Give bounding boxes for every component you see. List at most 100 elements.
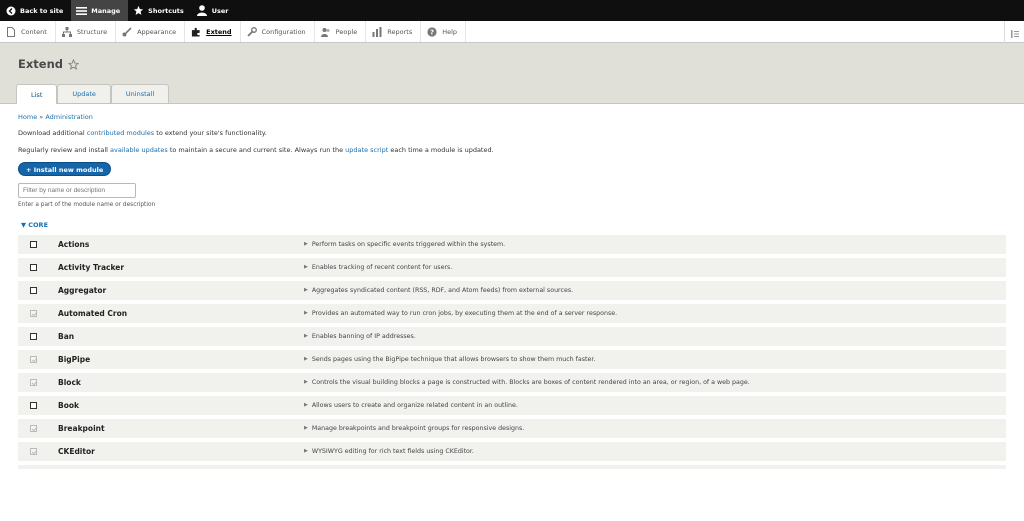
module-row-activity-tracker[interactable]: Activity Tracker ▶ Enables tracking of re… (18, 258, 1006, 281)
shortcuts-tab[interactable]: Shortcuts (128, 0, 192, 21)
tray-orientation-toggle[interactable] (1004, 21, 1024, 43)
sitemap-icon (61, 26, 72, 37)
breadcrumb-home-link[interactable]: Home (18, 113, 37, 121)
module-checkbox[interactable] (30, 264, 37, 271)
install-new-module-button[interactable]: + Install new module (18, 162, 112, 176)
module-row-actions[interactable]: Actions ▶ Perform tasks on specific event… (18, 235, 1006, 258)
module-checkbox[interactable] (30, 402, 37, 409)
module-name: Book (58, 401, 80, 410)
module-description[interactable]: ▶ Enables banning of IP addresses. (304, 333, 416, 340)
contributed-modules-link[interactable]: contributed modules (87, 129, 154, 137)
expand-triangle-icon: ▶ (304, 379, 308, 385)
module-description[interactable]: ▶ Manage breakpoints and breakpoint group… (304, 425, 524, 432)
expand-triangle-icon: ▶ (304, 448, 308, 454)
help1-prefix: Download additional (18, 129, 85, 137)
tray-item-structure[interactable]: Structure (56, 21, 117, 42)
orientation-toggle-icon (1010, 23, 1019, 42)
shortcut-star-icon[interactable] (68, 58, 79, 70)
module-list: Actions ▶ Perform tasks on specific event… (18, 235, 1006, 473)
help2-suffix: each time a module is updated. (390, 146, 494, 154)
module-checkbox[interactable] (30, 333, 37, 340)
module-name: Ban (58, 332, 75, 341)
module-description[interactable]: ▶ WYSIWYG editing for rich text fields us… (304, 448, 474, 455)
module-row-block[interactable]: Block ▶ Controls the visual building bloc… (18, 373, 1006, 396)
shortcuts-label: Shortcuts (148, 6, 184, 15)
module-description-text: Sends pages using the BigPipe technique … (311, 356, 596, 363)
expand-triangle-icon: ▶ (304, 425, 308, 431)
module-row-ban[interactable]: Ban ▶ Enables banning of IP addresses. (18, 327, 1006, 350)
main-content: Home » Administration Download additiona… (0, 113, 1024, 473)
toolbar-bar: Back to site Manage Shortcuts User (0, 0, 1024, 21)
module-description-text: Allows users to create and organize rela… (311, 402, 518, 409)
expand-triangle-icon: ▶ (304, 287, 308, 293)
tab-update[interactable]: Update (57, 84, 111, 103)
module-checkbox[interactable] (30, 241, 37, 248)
module-description[interactable]: ▶ Sends pages using the BigPipe technique… (304, 356, 595, 363)
expand-triangle-icon: ▶ (304, 333, 308, 339)
module-checkbox-installed (30, 425, 37, 432)
star-icon (133, 5, 144, 16)
module-description-text: WYSIWYG editing for rich text fields usi… (311, 448, 474, 455)
module-row-ckeditor[interactable]: CKEditor ▶ WYSIWYG editing for rich text … (18, 442, 1006, 465)
module-row-book[interactable]: Book ▶ Allows users to create and organiz… (18, 396, 1006, 419)
module-description-text: Aggregates syndicated content (RSS, RDF,… (311, 287, 574, 294)
admin-tray: Content Structure Appearance Extend Conf… (0, 21, 1024, 43)
tray-reports-label: Reports (387, 27, 413, 36)
module-row-breakpoint[interactable]: Breakpoint ▶ Manage breakpoints and break… (18, 419, 1006, 442)
tray-item-content[interactable]: Content (0, 21, 56, 42)
available-updates-link[interactable]: available updates (110, 146, 168, 154)
module-description[interactable]: ▶ Perform tasks on specific events trigge… (304, 241, 505, 248)
module-filter-input[interactable] (18, 183, 136, 198)
expand-triangle-icon: ▶ (304, 264, 308, 270)
filter-description: Enter a part of the module name or descr… (18, 202, 156, 208)
user-tab[interactable]: User (192, 0, 237, 21)
core-group-toggle[interactable]: ▼ CORE (21, 221, 1006, 229)
expand-triangle-icon: ▶ (304, 402, 308, 408)
user-label: User (211, 6, 229, 15)
module-row-bigpipe[interactable]: BigPipe ▶ Sends pages using the BigPipe t… (18, 350, 1006, 373)
module-description[interactable]: ▶ Allows users to create and organize rel… (304, 402, 518, 409)
tray-content-label: Content (21, 27, 47, 36)
module-name: Automated Cron (58, 309, 128, 318)
module-checkbox-installed (30, 356, 37, 363)
back-arrow-icon (5, 5, 16, 16)
module-description[interactable]: ▶ Enables tracking of recent content for … (304, 264, 452, 271)
module-row-aggregator[interactable]: Aggregator ▶ Aggregates syndicated conten… (18, 281, 1006, 304)
wrench-icon (246, 26, 257, 37)
tray-appearance-label: Appearance (137, 27, 177, 36)
help2-prefix: Regularly review and install (18, 146, 108, 154)
tray-structure-label: Structure (76, 27, 108, 36)
back-to-site-label: Back to site (20, 6, 64, 15)
tray-item-extend[interactable]: Extend (185, 21, 241, 42)
update-script-link[interactable]: update script (345, 146, 388, 154)
tab-uninstall[interactable]: Uninstall (110, 84, 170, 103)
user-icon (197, 5, 208, 16)
module-name: Breakpoint (58, 424, 105, 433)
breadcrumb-separator: » (39, 113, 44, 121)
back-to-site-link[interactable]: Back to site (0, 0, 71, 21)
module-row-automated-cron[interactable]: Automated Cron ▶ Provides an automated wa… (18, 304, 1006, 327)
module-description-text: Manage breakpoints and breakpoint groups… (311, 425, 525, 432)
module-description[interactable]: ▶ Provides an automated way to run cron j… (304, 310, 617, 317)
tray-help-label: Help (442, 27, 458, 36)
tray-item-reports[interactable]: Reports (366, 21, 422, 42)
svg-text:?: ? (430, 28, 434, 36)
tray-item-appearance[interactable]: Appearance (116, 21, 186, 42)
module-row-partial (18, 465, 1006, 473)
module-description-text: Controls the visual building blocks a pa… (311, 379, 750, 386)
tab-list[interactable]: List (16, 84, 58, 104)
help-text-2: Regularly review and install available u… (18, 145, 1006, 155)
tray-item-help[interactable]: ? Help (421, 21, 467, 42)
tray-configuration-label: Configuration (261, 27, 306, 36)
module-checkbox[interactable] (30, 287, 37, 294)
tray-item-people[interactable]: People (315, 21, 367, 42)
module-description[interactable]: ▶ Aggregates syndicated content (RSS, RDF… (304, 287, 573, 294)
module-description-text: Enables tracking of recent content for u… (311, 264, 453, 271)
module-name: Block (58, 378, 81, 387)
breadcrumb-administration-link[interactable]: Administration (45, 113, 93, 121)
manage-tab[interactable]: Manage (71, 0, 129, 21)
module-name: Activity Tracker (58, 263, 125, 272)
tray-item-configuration[interactable]: Configuration (241, 21, 315, 42)
expand-triangle-icon: ▶ (304, 356, 308, 362)
module-description[interactable]: ▶ Controls the visual building blocks a p… (304, 379, 750, 386)
